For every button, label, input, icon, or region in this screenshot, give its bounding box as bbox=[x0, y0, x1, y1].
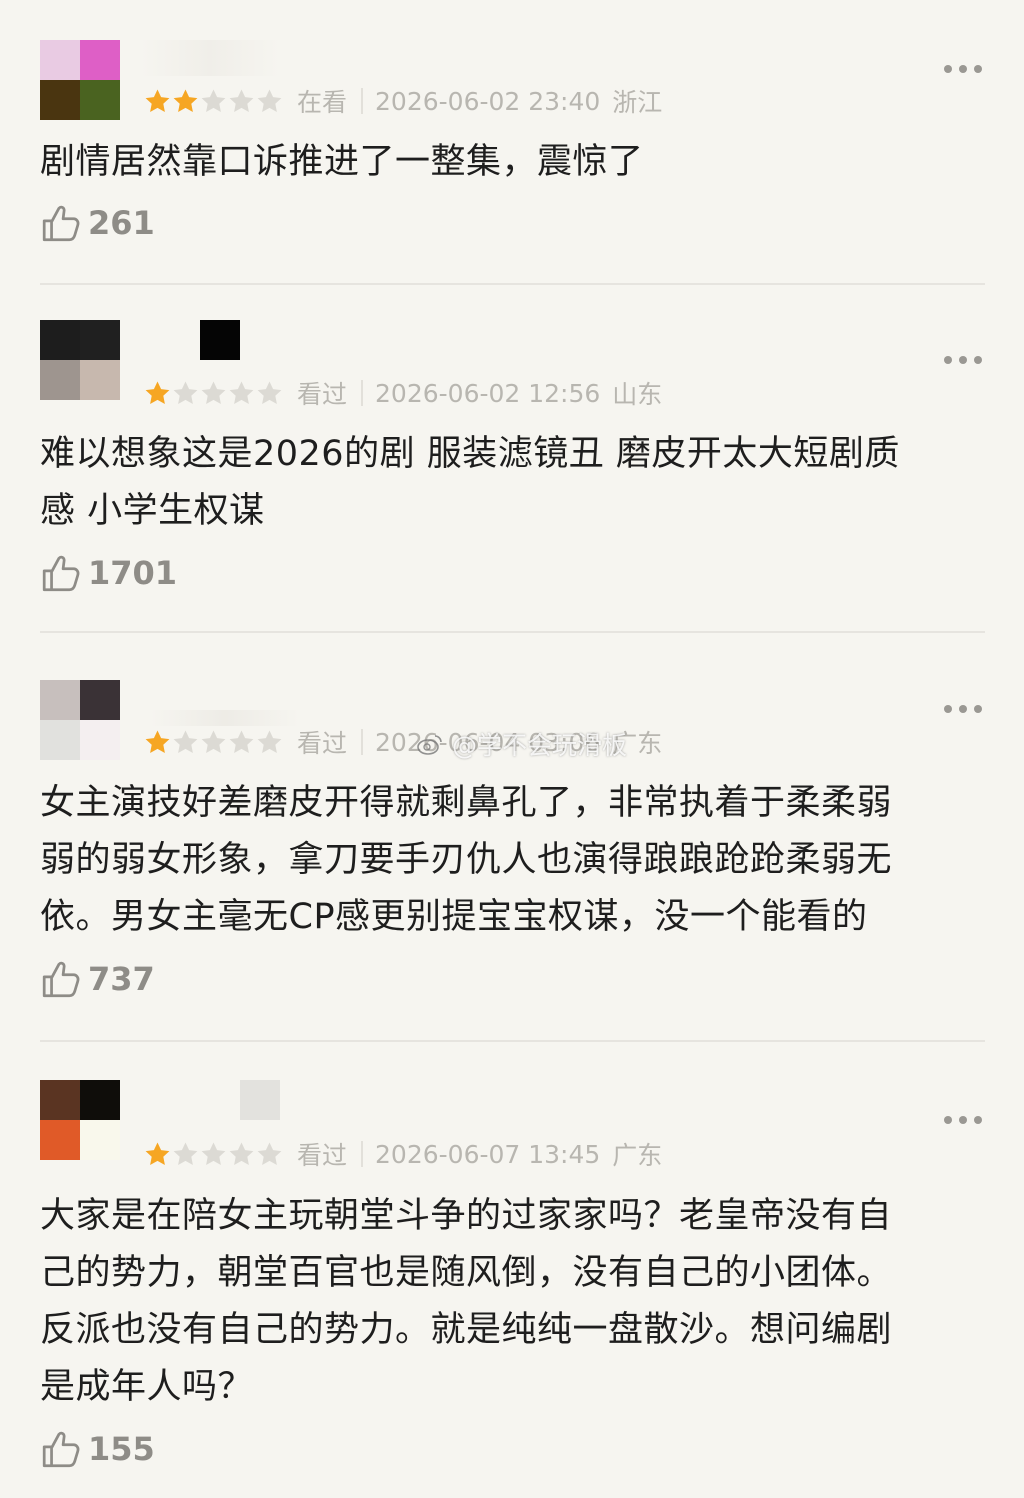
like-button[interactable]: 261 bbox=[40, 200, 155, 246]
more-options-icon[interactable] bbox=[944, 704, 982, 714]
like-count: 261 bbox=[88, 204, 155, 242]
like-button[interactable]: 1701 bbox=[40, 550, 177, 596]
more-options-icon[interactable] bbox=[944, 1115, 982, 1125]
thumbs-up-icon bbox=[42, 205, 80, 242]
avatar[interactable] bbox=[40, 1080, 120, 1160]
rating-stars bbox=[144, 1141, 283, 1168]
meta-divider bbox=[361, 88, 364, 114]
star-empty-icon bbox=[201, 381, 226, 404]
like-button[interactable]: 737 bbox=[40, 956, 155, 1002]
watch-status: 看过 bbox=[297, 729, 348, 758]
weibo-watermark: @学不会玩滑板 bbox=[416, 726, 627, 762]
avatar-tile bbox=[40, 1080, 80, 1120]
divider bbox=[40, 631, 985, 633]
star-filled-icon bbox=[145, 89, 170, 112]
star-empty-icon bbox=[229, 730, 254, 753]
username-blurred bbox=[150, 710, 300, 726]
review-meta: 看过 2026-06-07 13:45 广东 bbox=[144, 1137, 662, 1171]
thumbs-up-icon bbox=[42, 555, 80, 592]
avatar-tile bbox=[40, 1120, 80, 1160]
review-location: 浙江 bbox=[612, 88, 663, 117]
star-empty-icon bbox=[201, 730, 226, 753]
avatar-tile bbox=[80, 40, 120, 80]
username-blurred bbox=[140, 40, 280, 76]
star-empty-icon bbox=[229, 1142, 254, 1165]
avatar-tile bbox=[40, 720, 80, 760]
thumbs-up-icon bbox=[42, 1431, 80, 1468]
like-count: 1701 bbox=[88, 554, 178, 592]
star-empty-icon bbox=[229, 381, 254, 404]
review-location: 山东 bbox=[612, 380, 663, 409]
star-empty-icon bbox=[257, 89, 282, 112]
star-empty-icon bbox=[201, 89, 226, 112]
star-filled-icon bbox=[145, 730, 170, 753]
review-time: 2026-06-02 23:40 bbox=[375, 86, 601, 116]
more-options-icon[interactable] bbox=[944, 355, 982, 365]
like-count: 155 bbox=[88, 1430, 155, 1468]
avatar-tile bbox=[40, 680, 80, 720]
rating-stars bbox=[144, 380, 283, 407]
star-filled-icon bbox=[173, 89, 198, 112]
watch-status: 看过 bbox=[297, 1141, 348, 1170]
star-empty-icon bbox=[173, 1142, 198, 1165]
watch-status: 看过 bbox=[297, 380, 348, 409]
avatar-tile bbox=[80, 80, 120, 120]
avatar[interactable] bbox=[40, 680, 120, 760]
avatar-tile bbox=[40, 80, 80, 120]
star-empty-icon bbox=[173, 730, 198, 753]
star-filled-icon bbox=[145, 381, 170, 404]
meta-divider bbox=[361, 380, 364, 406]
meta-divider bbox=[361, 1141, 364, 1167]
review-text: 剧情居然靠口诉推进了一整集，震惊了 bbox=[40, 142, 644, 182]
username-blurred bbox=[200, 320, 240, 360]
like-button[interactable]: 155 bbox=[40, 1426, 155, 1472]
avatar-tile bbox=[80, 720, 120, 760]
rating-stars bbox=[144, 729, 283, 756]
watermark-text: @学不会玩滑板 bbox=[452, 731, 628, 760]
like-count: 737 bbox=[88, 960, 155, 998]
avatar-tile bbox=[40, 320, 80, 360]
divider bbox=[40, 1040, 985, 1042]
avatar-tile bbox=[40, 40, 80, 80]
weibo-logo-icon bbox=[417, 735, 442, 755]
star-empty-icon bbox=[257, 1142, 282, 1165]
review-text: 女主演技好差磨皮开得就剩鼻孔了，非常执着于柔柔弱 弱的弱女形象，拿刀要手刃仇人也… bbox=[40, 783, 893, 937]
review-meta: 在看 2026-06-02 23:40 浙江 bbox=[144, 84, 662, 118]
review-time: 2026-06-02 12:56 bbox=[375, 378, 601, 408]
star-empty-icon bbox=[257, 730, 282, 753]
review-text: 大家是在陪女主玩朝堂斗争的过家家吗？老皇帝没有自 己的势力，朝堂百官也是随风倒，… bbox=[40, 1196, 893, 1407]
username-blurred bbox=[240, 1080, 280, 1120]
star-empty-icon bbox=[257, 381, 282, 404]
meta-divider bbox=[361, 729, 364, 755]
avatar-tile bbox=[80, 1120, 120, 1160]
rating-stars bbox=[144, 88, 283, 115]
review-location: 广东 bbox=[612, 1141, 663, 1170]
avatar-tile bbox=[40, 360, 80, 400]
divider bbox=[40, 283, 985, 285]
avatar-tile bbox=[80, 360, 120, 400]
star-empty-icon bbox=[229, 89, 254, 112]
review-meta: 看过 2026-06-02 12:56 山东 bbox=[144, 376, 662, 410]
watch-status: 在看 bbox=[297, 88, 348, 117]
avatar[interactable] bbox=[40, 320, 120, 400]
star-empty-icon bbox=[173, 381, 198, 404]
avatar-tile bbox=[80, 320, 120, 360]
review-time: 2026-06-07 13:45 bbox=[375, 1139, 601, 1169]
avatar-tile bbox=[80, 1080, 120, 1120]
review-text: 难以想象这是2026的剧 服装滤镜丑 磨皮开太大短剧质 感 小学生权谋 bbox=[40, 434, 900, 531]
avatar-tile bbox=[80, 680, 120, 720]
thumbs-up-icon bbox=[42, 961, 80, 998]
avatar[interactable] bbox=[40, 40, 120, 120]
star-empty-icon bbox=[201, 1142, 226, 1165]
star-filled-icon bbox=[145, 1142, 170, 1165]
more-options-icon[interactable] bbox=[944, 64, 982, 74]
